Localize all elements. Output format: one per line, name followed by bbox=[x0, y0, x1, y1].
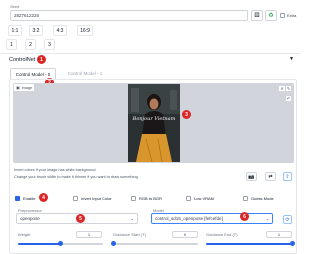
seed-input[interactable]: 2827612225 bbox=[10, 10, 248, 21]
camera-icon: 📷 bbox=[248, 173, 255, 180]
enable-label: Enable bbox=[23, 196, 36, 201]
annotation-badge-6: 6 bbox=[240, 212, 249, 221]
weight-label: Weight bbox=[18, 232, 31, 237]
low-vram-label: Low VRAM bbox=[194, 196, 215, 201]
refresh-models-button[interactable]: ⟳ bbox=[283, 215, 292, 224]
uploaded-photo: Bonjour Vietnam bbox=[128, 84, 180, 162]
pencil-icon: ✎ bbox=[286, 86, 291, 91]
guidance-end-label: Guidance End (T) bbox=[206, 232, 238, 237]
photo-caption: Bonjour Vietnam bbox=[132, 116, 176, 122]
invert-input-color-label: Invert Input Color bbox=[81, 196, 112, 201]
guess-mode-label: Guess Mode bbox=[251, 196, 274, 201]
ratio-button-3-2[interactable]: 3:2 bbox=[29, 25, 43, 36]
photo-graphic bbox=[128, 84, 180, 162]
slider-fill bbox=[206, 243, 292, 245]
chevron-down-icon: ⌄ bbox=[265, 216, 269, 221]
close-icon: ✕ bbox=[280, 86, 284, 91]
model-select[interactable]: control_sd15_openpose [fefcefde] ⌄ bbox=[151, 213, 273, 224]
count-button-3[interactable]: 3 bbox=[44, 39, 55, 50]
tab-control-model-1[interactable]: Control Model - 1 bbox=[62, 68, 108, 79]
annotation-badge-1: 1 bbox=[37, 55, 46, 64]
weight-value[interactable]: 1 bbox=[76, 231, 102, 238]
hint-brush-width: Change your brush width to make it thinn… bbox=[14, 175, 139, 179]
guidance-start-slider[interactable] bbox=[110, 241, 198, 246]
swap-icon: ⇄ bbox=[268, 173, 273, 180]
count-button-1[interactable]: 1 bbox=[6, 39, 17, 50]
slider-fill bbox=[18, 243, 61, 245]
arrow-up-icon: ⇧ bbox=[285, 173, 290, 180]
invert-input-color-checkbox[interactable] bbox=[73, 196, 78, 201]
guidance-end-value[interactable]: 1 bbox=[266, 231, 292, 238]
extra-label: Extra bbox=[287, 13, 297, 18]
slider-track bbox=[113, 243, 198, 245]
image-icon: ▣ bbox=[16, 86, 20, 90]
divider bbox=[0, 53, 300, 54]
refresh-icon: ⟳ bbox=[285, 216, 290, 223]
annotation-badge-3: 3 bbox=[182, 110, 191, 119]
extra-checkbox[interactable] bbox=[280, 13, 285, 18]
low-vram-checkbox[interactable] bbox=[186, 196, 191, 201]
undo-button[interactable]: ↶ bbox=[285, 95, 292, 102]
image-label-text: Image bbox=[21, 85, 33, 90]
ratio-button-16-9[interactable]: 16:9 bbox=[77, 25, 93, 36]
ratio-button-4-3[interactable]: 4:3 bbox=[53, 25, 67, 36]
collapse-triangle-icon[interactable]: ▼ bbox=[289, 56, 294, 62]
slider-handle[interactable] bbox=[58, 241, 63, 246]
seed-label: Seed bbox=[10, 4, 20, 9]
guidance-end-slider[interactable] bbox=[206, 241, 295, 246]
undo-icon: ↶ bbox=[286, 96, 291, 101]
rgb-to-bgr-checkbox[interactable] bbox=[131, 196, 136, 201]
dice-icon: ⚄ bbox=[254, 13, 260, 19]
send-dimensions-button[interactable]: ⇧ bbox=[283, 172, 292, 181]
guess-mode-checkbox[interactable] bbox=[243, 196, 248, 201]
annotation-badge-5: 5 bbox=[76, 214, 85, 223]
camera-button[interactable]: 📷 bbox=[246, 172, 257, 181]
controlnet-title[interactable]: ControlNet bbox=[9, 57, 35, 63]
enable-checkbox[interactable] bbox=[15, 196, 20, 201]
ratio-button-1-1[interactable]: 1:1 bbox=[8, 25, 22, 36]
swap-button[interactable]: ⇄ bbox=[265, 172, 276, 181]
guidance-start-label: Guidance Start (T) bbox=[113, 232, 146, 237]
recycle-icon: ♻ bbox=[268, 13, 274, 19]
guidance-start-value[interactable]: 0 bbox=[172, 231, 198, 238]
model-value: control_sd15_openpose [fefcefde] bbox=[155, 216, 223, 221]
slider-handle[interactable] bbox=[110, 241, 116, 246]
rgb-to-bgr-label: RGB to BGR bbox=[139, 196, 162, 201]
image-label: ▣ Image bbox=[14, 84, 35, 91]
hint-invert-colors: Invert colors if your image has white ba… bbox=[14, 168, 97, 172]
slider-track bbox=[206, 243, 292, 245]
edit-image-button[interactable]: ✎ bbox=[285, 85, 292, 92]
chevron-down-icon: ⌄ bbox=[130, 216, 134, 221]
annotation-badge-4: 4 bbox=[39, 193, 48, 202]
preprocessor-value: openpose bbox=[20, 216, 40, 221]
reuse-seed-button[interactable]: ♻ bbox=[265, 10, 277, 21]
random-seed-button[interactable]: ⚄ bbox=[251, 10, 263, 21]
count-button-2[interactable]: 2 bbox=[25, 39, 36, 50]
weight-slider[interactable] bbox=[18, 241, 103, 246]
slider-handle[interactable] bbox=[289, 241, 295, 246]
